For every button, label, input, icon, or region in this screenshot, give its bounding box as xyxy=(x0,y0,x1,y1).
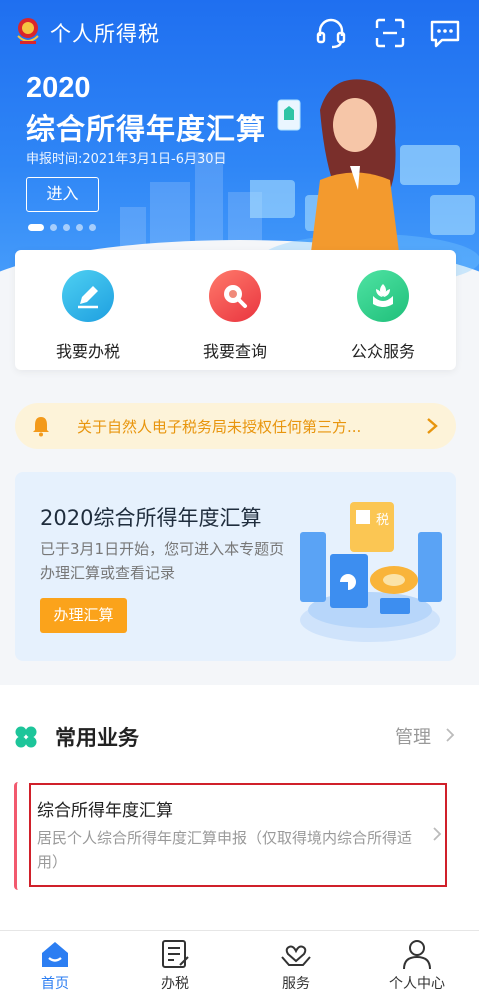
clover-icon xyxy=(15,726,37,748)
enter-button[interactable]: 进入 xyxy=(26,177,99,212)
headset-icon[interactable] xyxy=(314,16,348,50)
service-icon xyxy=(357,270,409,322)
carousel-dot xyxy=(50,224,57,231)
annual-settlement-banner[interactable]: 2020综合所得年度汇算 已于3月1日开始，您可进入本专题页办理汇算或查看记录 … xyxy=(15,472,456,661)
notice-text: 关于自然人电子税务局未授权任何第三方... xyxy=(77,418,362,436)
section-title: 常用业务 xyxy=(55,726,139,750)
quick-action-tax[interactable]: 我要办税 xyxy=(28,270,148,362)
tab-label: 首页 xyxy=(41,976,69,992)
tab-tax[interactable]: 办税 xyxy=(125,931,225,1000)
hero-title: 综合所得年度汇算 xyxy=(26,112,267,146)
notice-bar[interactable]: 关于自然人电子税务局未授权任何第三方... xyxy=(15,403,456,449)
settlement-illustration: 税 xyxy=(300,502,442,642)
person-icon xyxy=(403,940,431,970)
manage-link[interactable]: 管理 xyxy=(395,723,431,749)
home-icon xyxy=(42,942,68,967)
carousel-dot xyxy=(63,224,70,231)
highlight-box xyxy=(29,783,447,887)
quick-action-query[interactable]: 我要查询 xyxy=(175,270,295,362)
app-title: 个人所得税 xyxy=(50,22,160,46)
tab-profile[interactable]: 个人中心 xyxy=(367,931,467,1000)
hero-date: 申报时间:2021年3月1日-6月30日 xyxy=(26,152,227,167)
tab-service[interactable]: 服务 xyxy=(246,931,346,1000)
tab-home[interactable]: 首页 xyxy=(5,931,105,1000)
tab-label: 服务 xyxy=(282,976,310,992)
heart-hands-icon xyxy=(281,945,311,966)
carousel-dot xyxy=(28,224,44,231)
scan-icon[interactable] xyxy=(373,16,407,50)
tax-emblem-icon xyxy=(17,18,39,44)
tax-form-icon xyxy=(162,940,189,968)
tab-label: 办税 xyxy=(161,976,189,992)
svg-text:税: 税 xyxy=(376,513,389,528)
banner-title: 2020综合所得年度汇算 xyxy=(40,506,262,530)
tab-label: 个人中心 xyxy=(389,976,445,992)
quick-action-label: 我要办税 xyxy=(55,342,120,361)
city-decoration xyxy=(120,207,146,252)
edit-icon xyxy=(62,270,114,322)
message-icon[interactable] xyxy=(428,16,462,50)
city-decoration xyxy=(195,152,223,252)
top-bar: 个人所得税 xyxy=(0,0,479,66)
quick-actions-card: 我要办税 我要查询 公众服务 xyxy=(15,250,456,370)
banner-description: 已于3月1日开始，您可进入本专题页办理汇算或查看记录 xyxy=(40,540,285,582)
bell-icon xyxy=(33,417,49,437)
bottom-tab-bar: 首页 办税 服务 个人中心 xyxy=(0,930,479,1000)
carousel-dot xyxy=(76,224,83,231)
quick-action-label: 公众服务 xyxy=(350,342,415,361)
carousel-dot xyxy=(89,224,96,231)
handle-settlement-button[interactable]: 办理汇算 xyxy=(40,598,127,633)
quick-action-service[interactable]: 公众服务 xyxy=(323,270,443,362)
city-decoration xyxy=(150,182,190,252)
search-icon xyxy=(209,270,261,322)
carousel-indicator xyxy=(28,224,102,232)
hero-year: 2020 xyxy=(26,72,91,104)
chevron-right-icon xyxy=(446,728,455,742)
quick-action-label: 我要查询 xyxy=(202,342,267,361)
chevron-right-icon xyxy=(427,418,438,434)
